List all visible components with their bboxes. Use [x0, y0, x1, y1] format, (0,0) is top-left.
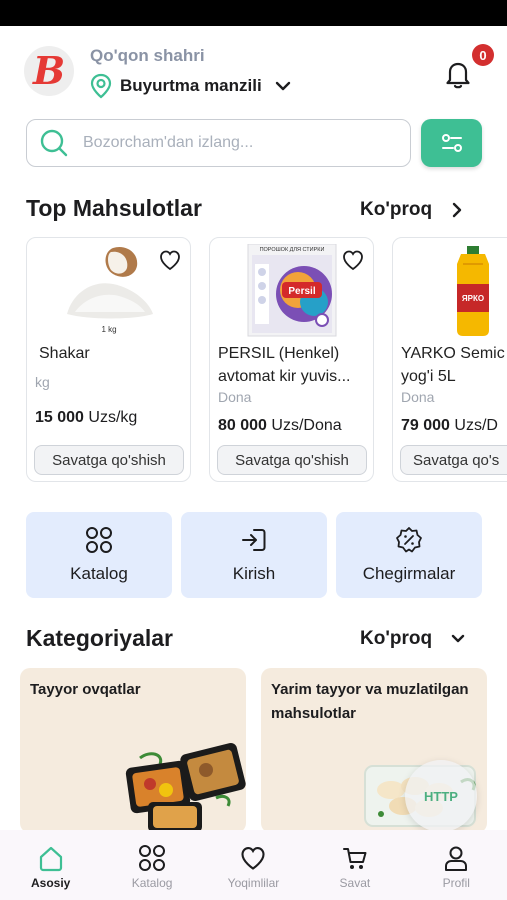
cart-icon	[342, 848, 367, 869]
city-name: Qo'qon shahri	[90, 46, 205, 65]
categories-title: Kategoriyalar	[26, 625, 174, 651]
add-to-cart-button[interactable]: Savatga qo'shish	[34, 445, 184, 475]
product-unit: Dona	[401, 389, 435, 405]
grid-icon	[139, 845, 166, 871]
product-card[interactable]: 1 kg Shakar kg 15 000 Uzs/kg Savatga qo'…	[26, 237, 191, 482]
nav-label: Profil	[442, 876, 470, 890]
notification-badge: 0	[472, 44, 494, 66]
product-price: 80 000 Uzs/Dona	[218, 417, 342, 435]
heart-icon[interactable]	[341, 248, 365, 272]
nav-label: Savat	[339, 876, 371, 890]
chevron-down-icon	[275, 81, 290, 91]
image-caption: 1 kg	[101, 325, 116, 334]
quick-action-label: Katalog	[70, 564, 128, 583]
delivery-address-selector[interactable]: Buyurtma manzili	[90, 72, 296, 100]
svg-text:ЯРКО: ЯРКО	[462, 294, 484, 303]
category-card-ready-meals[interactable]: Tayyor ovqatlar	[20, 668, 246, 833]
product-price: 79 000 Uzs/D	[401, 417, 498, 435]
nav-label: Asosiy	[31, 876, 71, 890]
nav-item-favorites[interactable]: Yoqimlilar	[208, 844, 298, 890]
logo-letter: B	[32, 48, 66, 93]
heart-icon	[241, 847, 266, 870]
product-unit: kg	[35, 374, 50, 390]
nav-label: Yoqimlilar	[227, 876, 280, 890]
login-icon	[242, 529, 266, 551]
bottom-navigation: Asosiy Katalog Yoqimlilar Savat Profil	[0, 830, 507, 900]
product-card[interactable]: ПОРОШОК ДЛЯ СТИРКИ Persil PERSIL (Henkel…	[209, 237, 374, 482]
detergent-box-image: ПОРОШОК ДЛЯ СТИРКИ Persil	[247, 244, 337, 337]
bell-icon[interactable]	[444, 58, 472, 90]
category-name: Tayyor ovqatlar	[30, 681, 141, 698]
search-bar	[26, 119, 411, 167]
product-price: 15 000 Uzs/kg	[35, 409, 137, 427]
quick-action-label: Chegirmalar	[362, 564, 456, 583]
product-name: PERSIL (Henkel) avtomat kir yuvis...	[218, 345, 351, 385]
price-suffix: Uzs/D	[449, 417, 498, 434]
grid-icon	[86, 527, 112, 553]
filter-icon	[441, 134, 462, 152]
quick-action-chegirmalar[interactable]: Chegirmalar	[336, 512, 482, 598]
top-products-carousel[interactable]: 1 kg Shakar kg 15 000 Uzs/kg Savatga qo'…	[0, 237, 507, 483]
nav-label: Katalog	[131, 876, 173, 890]
categories-more-link[interactable]: Ko'proq	[360, 628, 466, 650]
nav-item-home[interactable]: Asosiy	[6, 844, 96, 890]
header: B Qo'qon shahri Buyurtma manzili 0	[0, 26, 507, 118]
user-icon	[445, 846, 468, 871]
product-unit: Dona	[218, 389, 252, 405]
price-suffix: Uzs/Dona	[266, 417, 342, 434]
search-icon	[40, 129, 68, 157]
quick-action-label: Kirish	[232, 564, 276, 583]
price-value: 80 000	[218, 417, 267, 434]
discount-badge-icon	[396, 527, 422, 553]
category-name: Yarim tayyor va muzlatilgan mahsulotlar	[271, 681, 469, 722]
svg-text:Persil: Persil	[288, 286, 315, 297]
location-pin-icon	[90, 73, 112, 99]
price-value: 79 000	[401, 417, 450, 434]
image-caption: ПОРОШОК ДЛЯ СТИРКИ	[260, 247, 325, 253]
top-products-more-link[interactable]: Ko'proq	[360, 199, 464, 221]
app-logo[interactable]: B	[24, 46, 74, 96]
search-input[interactable]	[83, 134, 383, 152]
filter-button[interactable]	[421, 119, 482, 167]
ready-meals-image	[125, 742, 246, 832]
product-name: YARKO Semic yog'i 5L	[401, 345, 505, 385]
chevron-right-icon	[452, 202, 462, 218]
home-icon	[39, 846, 62, 872]
top-products-title: Top Mahsulotlar	[26, 195, 202, 221]
oil-bottle-image: ЯРКО	[457, 246, 489, 336]
quick-action-kirish[interactable]: Kirish	[181, 512, 327, 598]
price-value: 15 000	[35, 409, 84, 426]
more-label: Ko'proq	[360, 628, 433, 649]
product-card[interactable]: ЯРКО YARKO Semic yog'i 5L Dona 79 000 Uz…	[392, 237, 507, 482]
chevron-down-icon	[451, 634, 465, 643]
add-to-cart-button[interactable]: Savatga qo's	[400, 445, 507, 475]
nav-item-cart[interactable]: Savat	[310, 844, 400, 890]
price-suffix: Uzs/kg	[83, 409, 138, 426]
nav-item-catalog[interactable]: Katalog	[107, 844, 197, 890]
quick-action-katalog[interactable]: Katalog	[26, 512, 172, 598]
address-label: Buyurtma manzili	[120, 76, 262, 95]
more-label: Ko'proq	[360, 199, 433, 220]
status-bar	[0, 0, 507, 26]
product-name: Shakar	[39, 345, 90, 362]
add-to-cart-button[interactable]: Savatga qo'shish	[217, 445, 367, 475]
http-floating-badge[interactable]: HTTP	[405, 760, 477, 832]
heart-icon[interactable]	[158, 248, 182, 272]
nav-item-profile[interactable]: Profil	[411, 844, 501, 890]
sugar-image: 1 kg	[67, 246, 153, 334]
